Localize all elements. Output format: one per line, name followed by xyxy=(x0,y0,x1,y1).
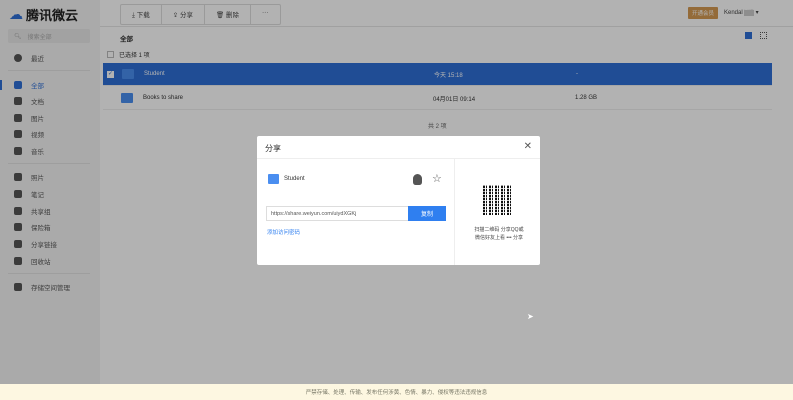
star-icon[interactable]: ☆ xyxy=(432,172,442,185)
copy-button[interactable]: 复制 xyxy=(408,206,446,221)
footer-notice: 严禁存储、处理、传输、发布任何涉黄、色情、暴力、侵权等违法违规信息 xyxy=(0,384,793,400)
qr-code xyxy=(483,185,513,215)
qq-icon[interactable] xyxy=(413,174,422,185)
add-password-link[interactable]: 添加访问密码 xyxy=(267,228,300,236)
mouse-cursor-icon: ➤ xyxy=(527,312,534,321)
share-dialog: 分享 ✕ Student ☆ https://share.weiyun.com/… xyxy=(257,136,540,265)
folder-icon xyxy=(268,174,279,184)
close-icon[interactable]: ✕ xyxy=(524,141,532,152)
share-url-field[interactable]: https://share.weiyun.com/uiydXGKj xyxy=(266,206,409,221)
dialog-title: 分享 xyxy=(265,144,281,153)
